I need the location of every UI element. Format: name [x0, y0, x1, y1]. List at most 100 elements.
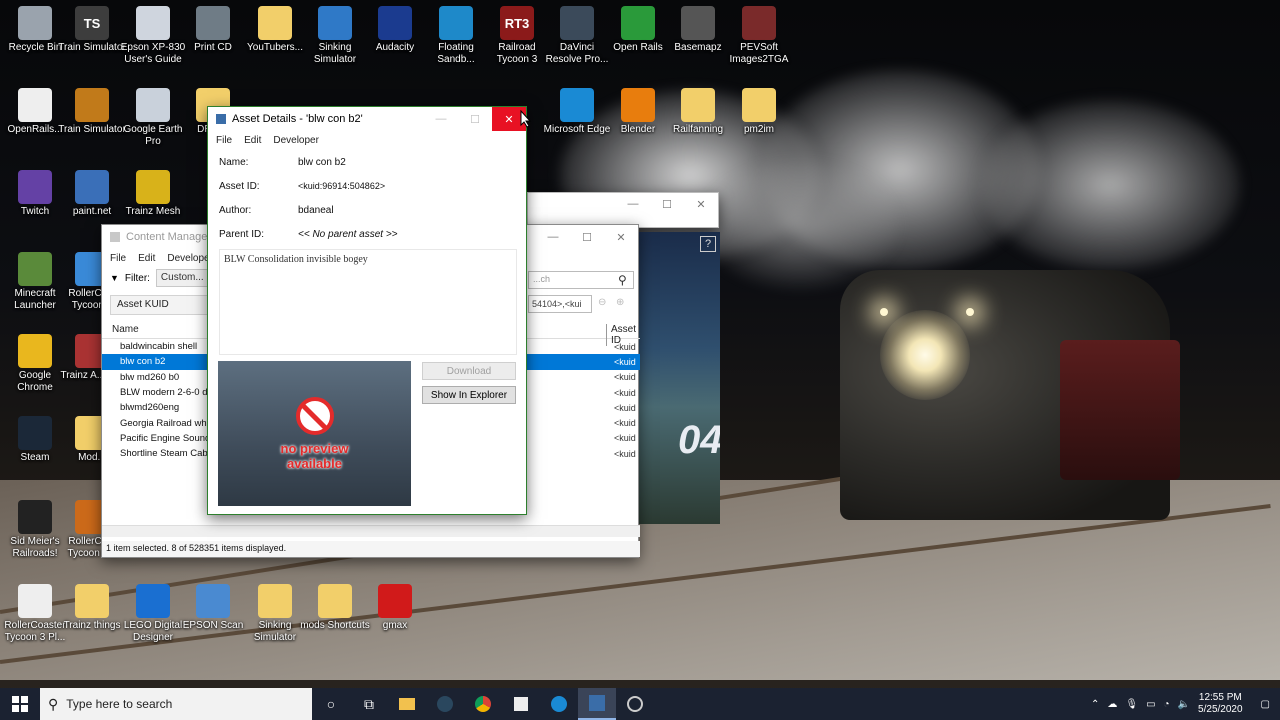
close-icon[interactable]: ✕: [684, 193, 718, 215]
asset-row-kuid: <kuid: [614, 356, 636, 367]
print-cd-icon: [196, 6, 230, 40]
clock[interactable]: 12:55 PM 5/25/2020: [1198, 692, 1243, 716]
content-manager-taskbar-icon[interactable]: [578, 688, 616, 720]
audacity-icon: [378, 6, 412, 40]
desktop-icon[interactable]: Railfanning: [663, 88, 733, 136]
no-entry-icon: [295, 396, 334, 435]
app-icon: [110, 232, 120, 242]
paintnet-icon: [75, 170, 109, 204]
asset-kuid-header[interactable]: Asset KUID: [110, 295, 208, 315]
desktop-icon[interactable]: EPSON Scan: [178, 584, 248, 632]
gmax-icon: [378, 584, 412, 618]
google-earth-icon: [136, 88, 170, 122]
start-button[interactable]: [0, 688, 40, 720]
name-column-header[interactable]: Name: [112, 324, 139, 335]
cortana-icon[interactable]: ○: [312, 688, 350, 720]
asset-details-window[interactable]: Asset Details - 'blw con b2' — ☐ ✕ File …: [207, 106, 527, 515]
folder-icon: [258, 584, 292, 618]
edge-taskbar-icon[interactable]: [540, 688, 578, 720]
desktop-icon[interactable]: gmax: [360, 584, 430, 632]
mouse-cursor-icon: [520, 110, 532, 128]
close-icon[interactable]: ✕: [604, 225, 638, 249]
horizontal-scrollbar[interactable]: [102, 525, 640, 537]
volume-icon[interactable]: 🔈: [1178, 699, 1190, 710]
steam-taskbar-icon[interactable]: [426, 688, 464, 720]
davinci-taskbar-icon[interactable]: [616, 688, 654, 720]
window-title: Content Manager: [126, 231, 211, 243]
asset-row-name: blw md260 b0: [120, 371, 180, 383]
maximize-icon[interactable]: ☐: [570, 225, 604, 249]
desktop-icon[interactable]: pm2im: [724, 88, 794, 136]
menu-edit[interactable]: Edit: [138, 253, 155, 264]
kuid-filter-field[interactable]: 54104>,<kui: [528, 295, 592, 313]
preview-image: no preview available: [218, 361, 411, 506]
search-icon[interactable]: ⚲: [618, 273, 627, 287]
minimize-icon[interactable]: —: [424, 107, 458, 131]
show-in-explorer-button[interactable]: Show In Explorer: [422, 386, 516, 404]
desktop-icon[interactable]: Floating Sandb...: [421, 6, 491, 66]
battery-icon[interactable]: ▭: [1146, 699, 1155, 710]
lego-icon: [136, 584, 170, 618]
desktop-icon[interactable]: paint.net: [57, 170, 127, 218]
asset-row-name: blwmd260eng: [120, 402, 180, 414]
file-explorer-icon[interactable]: [388, 688, 426, 720]
asset-id-label: Asset ID:: [219, 181, 260, 192]
epson-scan-icon: [196, 584, 230, 618]
desktop-icon[interactable]: PEVSoft Images2TGA: [724, 6, 794, 66]
filter-add-icon[interactable]: ⊕: [616, 297, 624, 308]
microphone-icon[interactable]: 🎙: [1125, 699, 1138, 710]
download-button[interactable]: Download: [422, 362, 516, 380]
notifications-icon[interactable]: ▢: [1261, 699, 1270, 710]
desktop-icon[interactable]: Train Simulator: [57, 88, 127, 136]
chrome-taskbar-icon[interactable]: [464, 688, 502, 720]
filter-remove-icon[interactable]: ⊖: [598, 297, 606, 308]
store-icon[interactable]: [502, 688, 540, 720]
rt3-icon: RT3: [500, 6, 534, 40]
wifi-icon[interactable]: ◔: [1164, 699, 1170, 710]
desktop-icon[interactable]: Audacity: [360, 6, 430, 54]
asset-row-name: BLW modern 2-6-0 d...: [120, 387, 216, 399]
clock-date: 5/25/2020: [1198, 704, 1243, 715]
desktop-icon[interactable]: Trainz things: [57, 584, 127, 632]
railfanning-icon: [681, 88, 715, 122]
desktop-icon-label: Print CD: [194, 42, 232, 53]
background-window[interactable]: — ☐ ✕: [527, 192, 719, 228]
maximize-icon[interactable]: ☐: [458, 107, 492, 131]
desktop-icon-label: Trainz things: [63, 620, 121, 631]
folder-icon: [75, 584, 109, 618]
taskbar-search[interactable]: ⚲ Type here to search: [40, 688, 312, 720]
promo-number: 04: [678, 418, 720, 462]
folder-icon: [742, 88, 776, 122]
filter-toggle-icon[interactable]: ▼: [110, 273, 119, 283]
desktop-icon[interactable]: DaVinci Resolve Pro...: [542, 6, 612, 66]
window-title: Asset Details - 'blw con b2': [232, 113, 363, 125]
task-view-icon[interactable]: ⧉: [350, 688, 388, 720]
taskbar: ⚲ Type here to search ○ ⧉ ⌃ ☁ 🎙 ▭ ◔ 🔈 12…: [0, 688, 1280, 720]
minimize-icon[interactable]: —: [616, 193, 650, 215]
minimize-icon[interactable]: —: [536, 225, 570, 249]
asset-row-kuid: <kuid: [614, 418, 636, 429]
maximize-icon[interactable]: ☐: [650, 193, 684, 215]
desktop-icon[interactable]: TS Train Simulator: [57, 6, 127, 54]
davinci-icon: [560, 6, 594, 40]
desktop-icon-label: Trainz Mesh: [125, 206, 181, 217]
help-icon[interactable]: ?: [700, 236, 716, 252]
basemapz-icon: [681, 6, 715, 40]
menu-file[interactable]: File: [110, 253, 126, 264]
desktop-icon[interactable]: Microsoft Edge: [542, 88, 612, 136]
menu-developer[interactable]: Developer: [273, 135, 319, 146]
menu-file[interactable]: File: [216, 135, 232, 146]
description-box[interactable]: BLW Consolidation invisible bogey: [219, 249, 517, 355]
onedrive-icon[interactable]: ☁: [1107, 699, 1117, 710]
desktop-icon[interactable]: Trainz Mesh: [118, 170, 188, 218]
trainz-mesh-icon: [136, 170, 170, 204]
name-label: Name:: [219, 157, 249, 168]
desktop-icon[interactable]: Print CD: [178, 6, 248, 54]
edge-icon: [560, 88, 594, 122]
chevron-up-icon[interactable]: ⌃: [1091, 699, 1099, 710]
desktop-icon[interactable]: Basemapz: [663, 6, 733, 54]
asset-row-name: Shortline Steam Cab...: [120, 448, 216, 460]
desktop-icon-label: Basemapz: [674, 42, 722, 53]
menu-edit[interactable]: Edit: [244, 135, 261, 146]
asset-details-titlebar[interactable]: Asset Details - 'blw con b2' — ☐ ✕: [208, 107, 526, 131]
